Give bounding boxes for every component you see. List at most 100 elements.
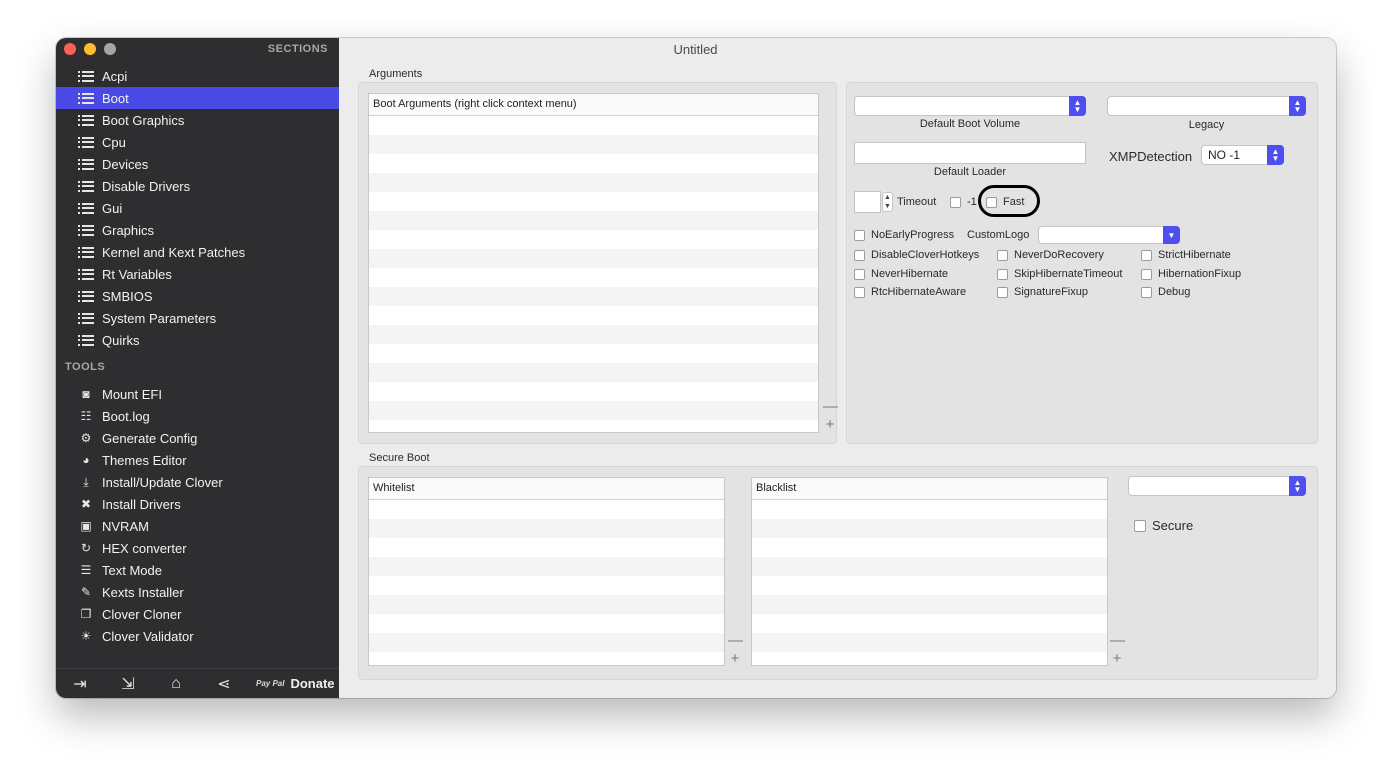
tool-item-install-drivers[interactable]: ✖ Install Drivers — [56, 493, 339, 515]
tool-item-clover-cloner[interactable]: ❐ Clover Cloner — [56, 603, 339, 625]
sidebar-item-acpi[interactable]: Acpi — [56, 65, 339, 87]
table-row[interactable] — [369, 325, 818, 344]
table-row[interactable] — [369, 595, 724, 614]
remove-argument-button[interactable]: — — [823, 399, 838, 414]
table-row[interactable] — [369, 633, 724, 652]
disable-clover-hotkeys-checkbox[interactable]: DisableCloverHotkeys — [854, 249, 979, 261]
table-row[interactable] — [369, 382, 818, 401]
no-early-progress-checkbox[interactable]: NoEarlyProgress — [854, 229, 954, 241]
home-icon[interactable]: ⌂ — [152, 675, 200, 693]
tool-item-mount-efi[interactable]: ◙ Mount EFI — [56, 383, 339, 405]
blacklist-header[interactable]: Blacklist — [752, 478, 1107, 500]
table-row[interactable] — [752, 576, 1107, 595]
table-row[interactable] — [369, 652, 724, 665]
table-row[interactable] — [369, 211, 818, 230]
default-loader-field[interactable] — [854, 142, 1086, 164]
table-row[interactable] — [369, 249, 818, 268]
sidebar-item-disable-drivers[interactable]: Disable Drivers — [56, 175, 339, 197]
tool-item-kexts-installer[interactable]: ✎ Kexts Installer — [56, 581, 339, 603]
skip-hibernate-timeout-checkbox[interactable]: SkipHibernateTimeout — [997, 268, 1122, 280]
tool-item-clover-validator[interactable]: ☀ Clover Validator — [56, 625, 339, 647]
table-row[interactable] — [369, 116, 818, 135]
tool-item-themes-editor[interactable]: ◕ Themes Editor — [56, 449, 339, 471]
add-argument-button[interactable]: + — [823, 417, 837, 432]
rtc-hibernate-aware-checkbox[interactable]: RtcHibernateAware — [854, 286, 966, 298]
custom-logo-popup[interactable]: ▼ — [1038, 226, 1180, 244]
sidebar-item-system-parameters[interactable]: System Parameters — [56, 307, 339, 329]
table-row[interactable] — [752, 538, 1107, 557]
sidebar-item-cpu[interactable]: Cpu — [56, 131, 339, 153]
table-row[interactable] — [752, 614, 1107, 633]
secure-boot-policy-popup[interactable]: ▲ ▼ — [1128, 476, 1306, 496]
never-hibernate-checkbox[interactable]: NeverHibernate — [854, 268, 948, 280]
table-row[interactable] — [369, 192, 818, 211]
hibernation-fixup-checkbox[interactable]: HibernationFixup — [1141, 268, 1241, 280]
table-row[interactable] — [369, 287, 818, 306]
close-button[interactable] — [64, 43, 76, 55]
minus1-checkbox[interactable]: -1 — [950, 196, 977, 208]
sidebar-item-rt-variables[interactable]: Rt Variables — [56, 263, 339, 285]
table-row[interactable] — [752, 595, 1107, 614]
whitelist-header[interactable]: Whitelist — [369, 478, 724, 500]
sidebar-item-kernel-and-kext-patches[interactable]: Kernel and Kext Patches — [56, 241, 339, 263]
remove-whitelist-button[interactable]: — — [728, 633, 743, 648]
boot-arguments-table[interactable]: Boot Arguments (right click context menu… — [368, 93, 819, 433]
sidebar-item-smbios[interactable]: SMBIOS — [56, 285, 339, 307]
sidebar-item-label: Quirks — [102, 332, 140, 348]
table-row[interactable] — [752, 633, 1107, 652]
timeout-field[interactable] — [854, 191, 881, 213]
table-row[interactable] — [752, 557, 1107, 576]
sidebar-item-quirks[interactable]: Quirks — [56, 329, 339, 351]
legacy-popup[interactable]: ▲ ▼ — [1107, 96, 1306, 116]
boot-arguments-header[interactable]: Boot Arguments (right click context menu… — [369, 94, 818, 116]
debug-checkbox[interactable]: Debug — [1141, 286, 1190, 298]
donate-button[interactable]: Pay Pal Donate — [256, 676, 335, 691]
default-boot-volume-popup[interactable]: ▲ ▼ — [854, 96, 1086, 116]
table-row[interactable] — [369, 344, 818, 363]
add-blacklist-button[interactable]: + — [1110, 651, 1124, 666]
table-row[interactable] — [369, 557, 724, 576]
tool-item-generate-config[interactable]: ⚙ Generate Config — [56, 427, 339, 449]
blacklist-table[interactable]: Blacklist — [751, 477, 1108, 666]
remove-blacklist-button[interactable]: — — [1110, 633, 1125, 648]
timeout-stepper[interactable]: ▲ ▼ — [882, 192, 893, 212]
add-whitelist-button[interactable]: + — [728, 651, 742, 666]
table-row[interactable] — [369, 306, 818, 325]
table-row[interactable] — [752, 500, 1107, 519]
table-row[interactable] — [369, 230, 818, 249]
table-row[interactable] — [369, 538, 724, 557]
table-row[interactable] — [369, 173, 818, 192]
export-icon[interactable]: ⇲ — [104, 674, 152, 694]
xmp-detection-popup[interactable]: NO -1 ▲ ▼ — [1201, 145, 1284, 165]
table-row[interactable] — [369, 154, 818, 173]
table-row[interactable] — [369, 401, 818, 420]
sidebar-item-gui[interactable]: Gui — [56, 197, 339, 219]
table-row[interactable] — [369, 576, 724, 595]
table-row[interactable] — [369, 268, 818, 287]
sidebar-item-graphics[interactable]: Graphics — [56, 219, 339, 241]
import-icon[interactable]: ⇥ — [56, 674, 104, 694]
secure-checkbox[interactable]: Secure — [1134, 518, 1193, 533]
tool-item-hex-converter[interactable]: ↻ HEX converter — [56, 537, 339, 559]
sidebar-item-devices[interactable]: Devices — [56, 153, 339, 175]
share-icon[interactable]: ⋖ — [200, 674, 248, 694]
tool-item-boot-log[interactable]: ☷ Boot.log — [56, 405, 339, 427]
table-row[interactable] — [752, 519, 1107, 538]
zoom-button[interactable] — [104, 43, 116, 55]
minimize-button[interactable] — [84, 43, 96, 55]
table-row[interactable] — [369, 500, 724, 519]
sidebar-item-boot[interactable]: Boot — [56, 87, 339, 109]
never-do-recovery-checkbox[interactable]: NeverDoRecovery — [997, 249, 1104, 261]
sidebar-item-boot-graphics[interactable]: Boot Graphics — [56, 109, 339, 131]
signature-fixup-checkbox[interactable]: SignatureFixup — [997, 286, 1088, 298]
strict-hibernate-checkbox[interactable]: StrictHibernate — [1141, 249, 1231, 261]
tool-item-install-update-clover[interactable]: ⤓ Install/Update Clover — [56, 471, 339, 493]
table-row[interactable] — [369, 135, 818, 154]
table-row[interactable] — [369, 519, 724, 538]
tool-item-text-mode[interactable]: ☰ Text Mode — [56, 559, 339, 581]
table-row[interactable] — [369, 363, 818, 382]
table-row[interactable] — [752, 652, 1107, 665]
table-row[interactable] — [369, 614, 724, 633]
tool-item-nvram[interactable]: ▣ NVRAM — [56, 515, 339, 537]
whitelist-table[interactable]: Whitelist — [368, 477, 725, 666]
